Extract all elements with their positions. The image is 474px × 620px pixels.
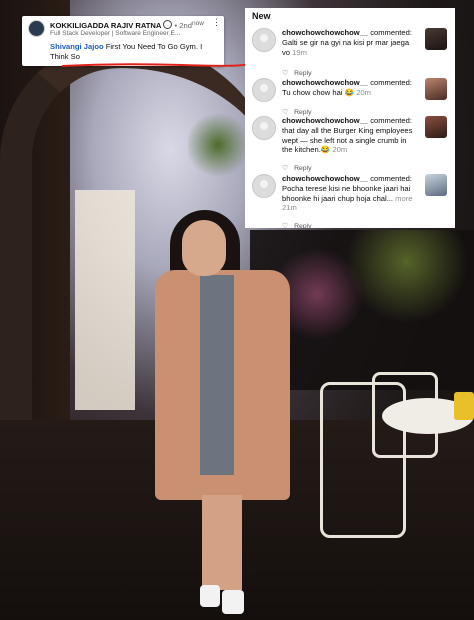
person-shoe <box>200 585 220 607</box>
comment-text: chowchowchowchow__ commented: that day a… <box>282 116 418 155</box>
avatar[interactable] <box>28 20 45 37</box>
post-thumbnail[interactable] <box>425 116 447 138</box>
comment-time: 20m <box>356 87 371 97</box>
comment-body: Tu chow chow hai 😂 <box>282 87 355 97</box>
more-link[interactable]: more <box>395 194 412 203</box>
username[interactable]: chowchowchowchow__ <box>282 28 368 37</box>
heart-icon[interactable]: ♡ <box>282 222 288 230</box>
author-headline: Full Stack Developer | Software Engineer… <box>50 30 181 37</box>
comment-time: 20m <box>332 145 348 155</box>
comment-action: commented: <box>368 174 412 183</box>
post-thumbnail[interactable] <box>425 78 447 100</box>
author-name-text[interactable]: KOKKILIGADDA RAJIV RATNA <box>50 21 161 30</box>
building-facade <box>75 190 135 410</box>
person-face <box>182 220 226 276</box>
avatar[interactable] <box>252 116 276 140</box>
person <box>150 210 300 620</box>
verified-icon <box>163 20 173 29</box>
username[interactable]: chowchowchowchow__ <box>282 174 368 183</box>
avatar[interactable] <box>252 174 276 198</box>
comment-body: that day all the Burger King employees w… <box>282 125 413 155</box>
comment-actions: ♡ Reply <box>282 164 311 172</box>
reply-button[interactable]: Reply <box>294 109 311 116</box>
section-header: New <box>252 11 271 21</box>
comment-text: chowchowchowchow__ commented: Pocha tere… <box>282 174 418 213</box>
palm-plant <box>188 110 248 180</box>
avatar[interactable] <box>252 28 276 52</box>
comment-action: commented: <box>368 28 412 37</box>
red-underline-annotation <box>62 63 248 67</box>
comment-time: 21m <box>282 203 297 213</box>
username[interactable]: chowchowchowchow__ <box>282 78 368 87</box>
comment-text: chowchowchowchow__ commented: Tu chow ch… <box>282 78 418 98</box>
author-name[interactable]: KOKKILIGADDA RAJIV RATNA • 2nd <box>50 20 192 30</box>
person-legs <box>202 495 242 590</box>
more-options-icon[interactable]: ⋮ <box>212 18 221 27</box>
heart-icon[interactable]: ♡ <box>282 69 288 77</box>
reply-button[interactable]: Reply <box>294 223 311 230</box>
comment-actions: ♡ Reply <box>282 108 311 116</box>
mention-link[interactable]: Shivangi Jajoo <box>50 42 104 51</box>
comment-action: commented: <box>368 78 412 87</box>
comment-text: chowchowchowchow__ commented: Galti se g… <box>282 28 418 57</box>
heart-icon[interactable]: ♡ <box>282 108 288 116</box>
notifications-panel: New chowchowchowchow__ commented: Galti … <box>245 8 455 230</box>
comment-body: Shivangi Jajoo First You Need To Go Gym.… <box>50 42 220 62</box>
comment-time: 19m <box>292 47 307 57</box>
yellow-cushion <box>454 392 474 420</box>
linkedin-comment-card: KOKKILIGADDA RAJIV RATNA • 2nd now ⋮ Ful… <box>22 16 248 67</box>
comment-action: commented: <box>368 116 412 125</box>
reply-button[interactable]: Reply <box>294 70 311 77</box>
heart-icon[interactable]: ♡ <box>282 164 288 172</box>
post-thumbnail[interactable] <box>425 174 447 196</box>
post-thumbnail[interactable] <box>425 28 447 50</box>
comment-time: now <box>192 20 204 27</box>
connection-degree: • 2nd <box>174 21 192 30</box>
username[interactable]: chowchowchowchow__ <box>282 116 368 125</box>
reply-button[interactable]: Reply <box>294 165 311 172</box>
comment-actions: ♡ Reply <box>282 222 311 230</box>
avatar[interactable] <box>252 78 276 102</box>
person-shoe <box>222 590 244 614</box>
comment-actions: ♡ Reply <box>282 69 311 77</box>
person-shirt <box>200 275 234 475</box>
comment-body: Pocha terese kisi ne bhoonke jaari hai b… <box>282 183 411 203</box>
